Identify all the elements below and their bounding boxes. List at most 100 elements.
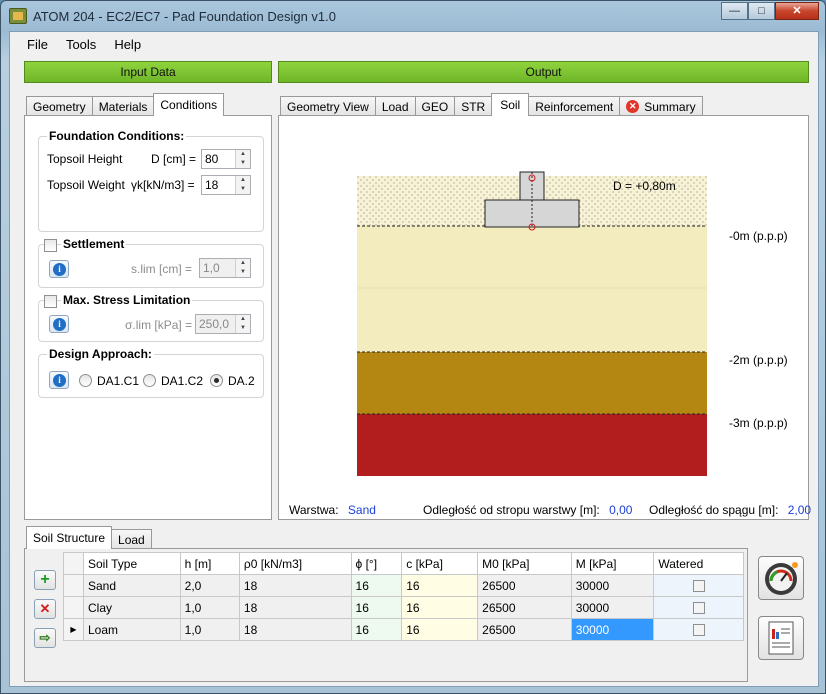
tab-geometry[interactable]: Geometry bbox=[26, 96, 93, 116]
tab-summary-label: Summary bbox=[644, 100, 696, 114]
tab-materials[interactable]: Materials bbox=[91, 96, 155, 116]
tab-soil-structure[interactable]: Soil Structure bbox=[26, 526, 113, 549]
settlement-checkbox[interactable] bbox=[44, 239, 57, 252]
row-header[interactable] bbox=[63, 574, 84, 597]
cell-h[interactable]: 1,0 bbox=[179, 596, 240, 619]
cell-watered[interactable] bbox=[653, 618, 744, 641]
cell-c[interactable]: 16 bbox=[401, 574, 479, 597]
col-c[interactable]: c [kPa] bbox=[401, 552, 479, 575]
settlement-input[interactable]: 1,0 ▲ ▼ bbox=[199, 258, 251, 278]
tab-bottom-load[interactable]: Load bbox=[111, 529, 152, 549]
calculate-button[interactable] bbox=[758, 556, 804, 600]
stress-limitation-checkbox[interactable] bbox=[44, 295, 57, 308]
topsoil-height-input[interactable]: 80 ▲ ▼ bbox=[201, 149, 251, 169]
da1c2-radio[interactable] bbox=[143, 374, 156, 387]
design-approach-info-button[interactable]: i bbox=[49, 371, 69, 389]
cell-phi[interactable]: 16 bbox=[350, 596, 403, 619]
cell-phi[interactable]: 16 bbox=[350, 618, 403, 641]
spin-arrows-icon[interactable]: ▲ ▼ bbox=[235, 315, 250, 333]
cell-phi[interactable]: 16 bbox=[350, 574, 403, 597]
gauge-icon bbox=[765, 562, 798, 595]
cell-rho[interactable]: 18 bbox=[238, 596, 352, 619]
tab-reinforcement[interactable]: Reinforcement bbox=[528, 96, 621, 116]
tab-geo[interactable]: GEO bbox=[414, 96, 456, 116]
topsoil-weight-label: Topsoil Weight bbox=[47, 178, 125, 192]
stress-info-button[interactable]: i bbox=[49, 315, 69, 333]
table-row[interactable]: Clay 1,0 18 16 16 26500 30000 bbox=[63, 596, 744, 619]
cell-h[interactable]: 2,0 bbox=[179, 574, 240, 597]
minimize-button[interactable]: — bbox=[721, 2, 748, 20]
cell-m[interactable]: 30000 bbox=[570, 574, 655, 597]
menu-help[interactable]: Help bbox=[105, 32, 150, 56]
spin-arrows-icon[interactable]: ▲ ▼ bbox=[235, 176, 250, 194]
topsoil-weight-input[interactable]: 18 ▲ ▼ bbox=[201, 175, 251, 195]
app-icon bbox=[9, 8, 27, 24]
input-data-button[interactable]: Input Data bbox=[24, 61, 272, 83]
cell-soil-type[interactable]: Loam bbox=[83, 618, 181, 641]
cell-rho[interactable]: 18 bbox=[238, 618, 352, 641]
spin-arrows-icon[interactable]: ▲ ▼ bbox=[235, 259, 250, 277]
cell-m0[interactable]: 26500 bbox=[477, 618, 572, 641]
tab-summary[interactable]: ✕ Summary bbox=[619, 96, 703, 116]
cell-soil-type[interactable]: Clay bbox=[83, 596, 181, 619]
cell-h[interactable]: 1,0 bbox=[179, 618, 240, 641]
output-button[interactable]: Output bbox=[278, 61, 809, 83]
cell-c[interactable]: 16 bbox=[401, 596, 479, 619]
cell-soil-type[interactable]: Sand bbox=[83, 574, 181, 597]
foundation-conditions-group: Foundation Conditions: Topsoil Height D … bbox=[38, 129, 264, 232]
col-m[interactable]: M [kPa] bbox=[570, 552, 655, 575]
add-row-button[interactable]: + bbox=[34, 570, 56, 590]
tab-conditions[interactable]: Conditions bbox=[153, 93, 225, 116]
table-row[interactable]: Sand 2,0 18 16 16 26500 30000 bbox=[63, 574, 744, 597]
watered-checkbox[interactable] bbox=[692, 624, 705, 637]
col-watered[interactable]: Watered bbox=[653, 552, 744, 575]
maximize-button[interactable]: □ bbox=[748, 2, 775, 20]
settlement-info-button[interactable]: i bbox=[49, 260, 69, 278]
da1c1-label: DA1.C1 bbox=[97, 374, 140, 388]
info-icon: i bbox=[53, 374, 66, 387]
tab-str[interactable]: STR bbox=[454, 96, 493, 116]
settlement-symbol: s.lim [cm] = bbox=[131, 262, 193, 276]
col-rho[interactable]: ρ0 [kN/m3] bbox=[238, 552, 352, 575]
app-window: ATOM 204 - EC2/EC7 - Pad Foundation Desi… bbox=[0, 0, 826, 694]
cell-watered[interactable] bbox=[653, 574, 744, 597]
tab-load[interactable]: Load bbox=[374, 96, 416, 116]
col-m0[interactable]: M0 [kPa] bbox=[477, 552, 572, 575]
cell-m0[interactable]: 26500 bbox=[477, 574, 572, 597]
export-button[interactable]: ⇨ bbox=[34, 628, 56, 648]
cell-m0[interactable]: 26500 bbox=[477, 596, 572, 619]
close-button[interactable]: ✕ bbox=[775, 2, 819, 20]
stress-input[interactable]: 250,0 ▲ ▼ bbox=[195, 314, 251, 334]
watered-checkbox[interactable] bbox=[692, 580, 705, 593]
tab-geometry-view[interactable]: Geometry View bbox=[280, 96, 376, 116]
remove-row-button[interactable]: ✕ bbox=[34, 599, 56, 619]
da1c1-radio[interactable] bbox=[79, 374, 92, 387]
current-row-pointer-icon[interactable]: ▶ bbox=[63, 618, 84, 641]
cell-watered[interactable] bbox=[653, 596, 744, 619]
menu-tools[interactable]: Tools bbox=[57, 32, 105, 56]
tab-soil[interactable]: Soil bbox=[491, 93, 530, 116]
col-phi[interactable]: ϕ [°] bbox=[350, 552, 403, 575]
table-row[interactable]: ▶ Loam 1,0 18 16 16 26500 30000 bbox=[63, 618, 744, 641]
watered-checkbox[interactable] bbox=[692, 602, 705, 615]
top-distance-status: Odległość od stropu warstwy [m]: 0,00 bbox=[423, 503, 632, 517]
title-bar[interactable]: ATOM 204 - EC2/EC7 - Pad Foundation Desi… bbox=[1, 1, 825, 31]
report-button[interactable] bbox=[758, 616, 804, 660]
da2-label: DA.2 bbox=[228, 374, 255, 388]
cell-m-selected[interactable]: 30000 bbox=[570, 618, 655, 641]
cell-rho[interactable]: 18 bbox=[238, 574, 352, 597]
level-label-2: -2m (p.p.p) bbox=[729, 353, 788, 367]
cell-c[interactable]: 16 bbox=[401, 618, 479, 641]
menu-file[interactable]: File bbox=[18, 32, 57, 56]
row-header[interactable] bbox=[63, 596, 84, 619]
level-label-3: -3m (p.p.p) bbox=[729, 416, 788, 430]
top-distance-label: Odległość od stropu warstwy [m]: bbox=[423, 503, 600, 517]
col-h[interactable]: h [m] bbox=[179, 552, 240, 575]
col-soil-type[interactable]: Soil Type bbox=[83, 552, 181, 575]
spin-arrows-icon[interactable]: ▲ ▼ bbox=[235, 150, 250, 168]
layer-value: Sand bbox=[347, 503, 376, 517]
topsoil-height-symbol: D [cm] = bbox=[151, 152, 197, 166]
top-distance-value: 0,00 bbox=[609, 503, 633, 517]
da2-radio[interactable] bbox=[210, 374, 223, 387]
cell-m[interactable]: 30000 bbox=[570, 596, 655, 619]
